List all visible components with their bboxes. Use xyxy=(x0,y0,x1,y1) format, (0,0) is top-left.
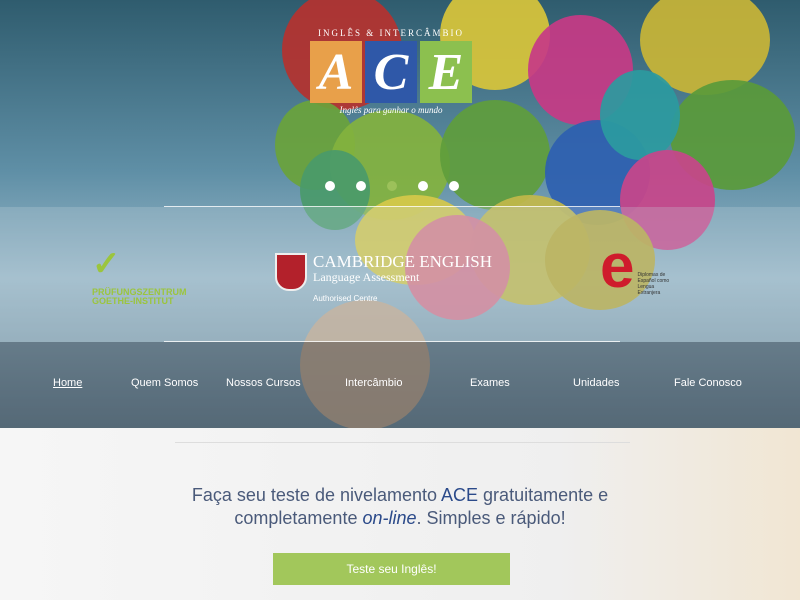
promo-part: gratuitamente e xyxy=(478,485,609,505)
logo-letter-e: E xyxy=(420,41,472,103)
dele-text: Diplomas de Español como Lengua Extranje… xyxy=(637,272,670,296)
cambridge-note: Authorised Centre xyxy=(313,294,378,303)
cambridge-shield-icon xyxy=(275,253,307,291)
promo-ace: ACE xyxy=(441,485,479,505)
ace-logo[interactable]: INGLÊS & INTERCÂMBIO A C E Inglês para g… xyxy=(308,28,474,120)
carousel-dot-active[interactable] xyxy=(387,181,397,191)
promo-part: Faça seu teste de nivelamento xyxy=(191,485,442,505)
nav-fale-conosco[interactable]: Fale Conosco xyxy=(674,377,742,389)
cambridge-subtitle: Language Assessment xyxy=(313,270,420,284)
logo-letter-c: C xyxy=(365,41,417,103)
promo-part: . Simples e rápido! xyxy=(416,508,566,528)
nav-unidades[interactable]: Unidades xyxy=(573,377,619,389)
nav-home[interactable]: Home xyxy=(53,377,82,389)
nav-quem-somos[interactable]: Quem Somos xyxy=(131,377,198,389)
placement-test-section: Faça seu teste de nivelamento ACE gratui… xyxy=(0,428,800,600)
carousel-dot[interactable] xyxy=(449,181,459,191)
dele-logo[interactable]: e Diplomas de Español como Lengua Extran… xyxy=(600,232,670,301)
test-english-button[interactable]: Teste seu Inglês! xyxy=(273,553,510,585)
carousel-dots xyxy=(325,181,459,191)
promo-online: on-line xyxy=(362,508,417,528)
logo-letter-a: A xyxy=(310,41,362,103)
goethe-logo[interactable]: ✓ PRÜFUNGSZENTRUM GOETHE-INSTITUT xyxy=(92,240,187,306)
nav-nossos-cursos[interactable]: Nossos Cursos xyxy=(226,377,301,389)
logo-top-text: INGLÊS & INTERCÂMBIO xyxy=(318,28,464,38)
promo-text: Faça seu teste de nivelamento ACE gratui… xyxy=(0,484,800,530)
goethe-line2: GOETHE-INSTITUT xyxy=(92,296,174,306)
carousel-dot[interactable] xyxy=(418,181,428,191)
dele-letter: e xyxy=(600,232,635,301)
divider xyxy=(164,206,620,207)
divider xyxy=(175,442,630,443)
balloon xyxy=(600,70,680,160)
checkmark-icon: ✓ xyxy=(92,245,121,283)
cambridge-logo[interactable]: CAMBRIDGE ENGLISH Language Assessment Au… xyxy=(275,253,492,303)
logo-tagline: Inglês para ganhar o mundo xyxy=(339,105,443,115)
carousel-dot[interactable] xyxy=(325,181,335,191)
nav-exames[interactable]: Exames xyxy=(470,377,510,389)
carousel-dot[interactable] xyxy=(356,181,366,191)
promo-part: completamente xyxy=(234,508,363,528)
divider xyxy=(164,341,620,342)
nav-intercambio[interactable]: Intercâmbio xyxy=(345,377,402,389)
cambridge-title: CAMBRIDGE ENGLISH xyxy=(313,252,492,271)
hero-banner: INGLÊS & INTERCÂMBIO A C E Inglês para g… xyxy=(0,0,800,428)
